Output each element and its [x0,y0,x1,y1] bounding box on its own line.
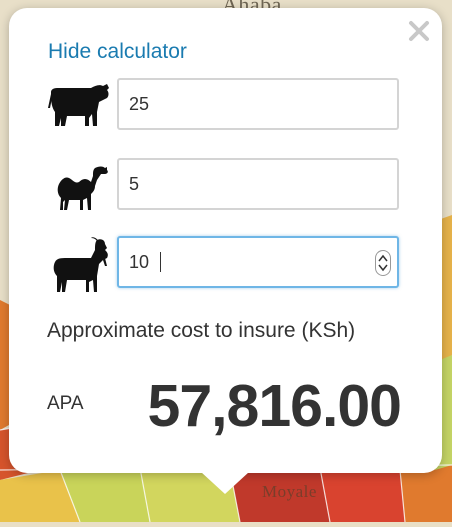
spinner-arrows-icon [378,254,388,272]
map-town-label: Moyale [262,482,317,501]
hide-calculator-link[interactable]: Hide calculator [48,40,187,64]
camel-icon [57,166,108,210]
camel-row [47,158,407,214]
cattle-count-input[interactable] [117,78,399,130]
cost-value: 57,816.00 [147,373,402,439]
product-label: APA [47,393,84,414]
popup-pointer [201,472,249,494]
close-button[interactable] [408,20,430,42]
cattle-icon [48,84,109,126]
camel-count-input[interactable] [117,158,399,210]
number-spinner[interactable] [375,250,391,276]
cost-label: Approximate cost to insure (KSh) [47,319,356,342]
text-caret [160,252,161,272]
close-icon [409,21,429,41]
goat-row [47,236,407,292]
calculator-popup: Hide calculator Approximate cost [9,8,442,473]
goat-icon [53,237,108,292]
cattle-row [47,78,407,134]
